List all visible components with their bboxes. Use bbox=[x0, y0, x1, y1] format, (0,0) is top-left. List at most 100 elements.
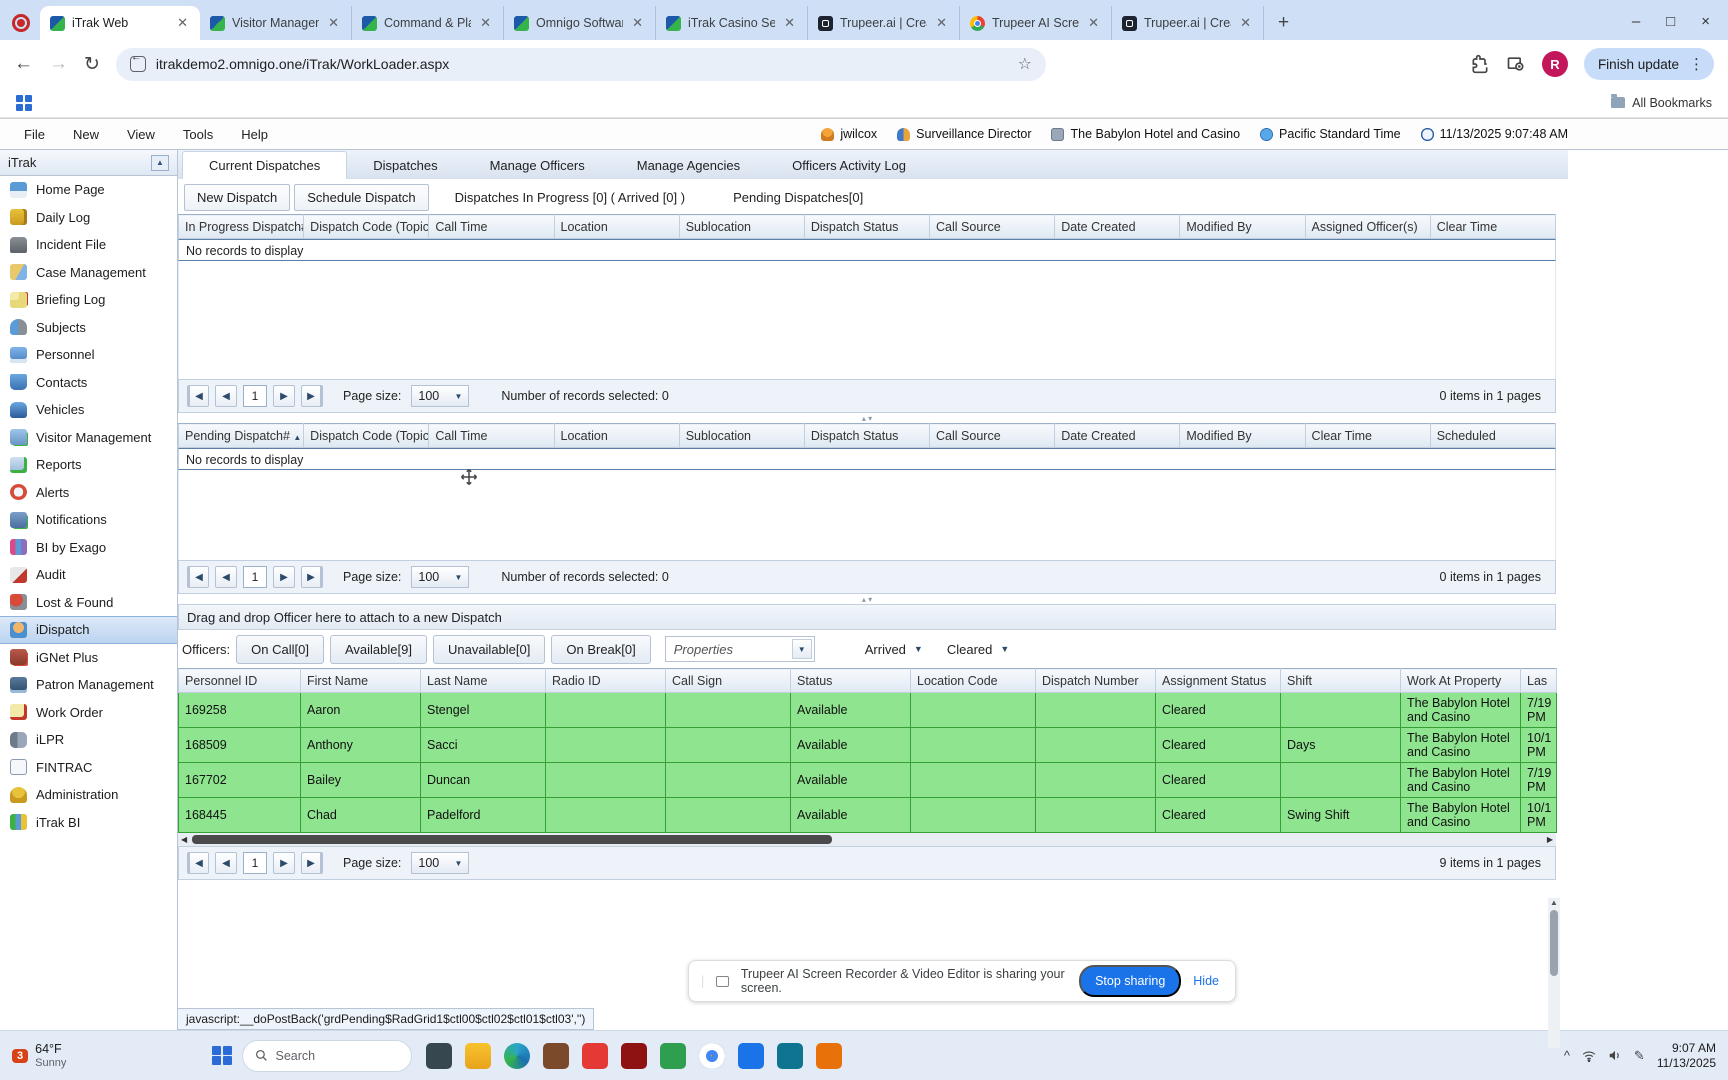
window-maximize-button[interactable]: □ bbox=[1666, 13, 1675, 30]
column-header[interactable]: Personnel ID bbox=[179, 669, 301, 693]
officer-filter-button[interactable]: On Call[0] bbox=[236, 635, 324, 664]
taskbar-app-icon[interactable] bbox=[699, 1043, 725, 1069]
first-page-button[interactable]: ◀ bbox=[187, 385, 209, 407]
dispatch-tab[interactable]: Manage Agencies bbox=[611, 152, 766, 179]
sidebar-item[interactable]: FINTRAC bbox=[0, 754, 177, 782]
page-size-select[interactable]: 100▼ bbox=[411, 852, 469, 874]
cleared-dropdown[interactable]: Cleared▼ bbox=[947, 642, 1009, 657]
tab-close-icon[interactable]: ✕ bbox=[478, 15, 493, 31]
window-minimize-button[interactable]: – bbox=[1632, 13, 1640, 30]
forward-button[interactable]: → bbox=[49, 53, 68, 75]
column-header[interactable]: Clear Time bbox=[1430, 215, 1555, 239]
start-button[interactable] bbox=[212, 1046, 232, 1066]
column-header[interactable]: Call Time bbox=[429, 215, 554, 239]
stop-sharing-button[interactable]: Stop sharing bbox=[1079, 965, 1181, 997]
sidebar-item[interactable]: Home Page bbox=[0, 176, 177, 204]
tab-close-icon[interactable]: ✕ bbox=[1086, 15, 1101, 31]
sidebar-item[interactable]: iTrak BI bbox=[0, 809, 177, 837]
officer-filter-button[interactable]: Unavailable[0] bbox=[433, 635, 545, 664]
all-bookmarks-button[interactable]: All Bookmarks bbox=[1611, 96, 1712, 110]
taskbar-app-icon[interactable] bbox=[777, 1043, 803, 1069]
sidebar-item[interactable]: iDispatch bbox=[0, 616, 177, 644]
taskbar-app-icon[interactable] bbox=[504, 1043, 530, 1069]
hide-sharing-banner-link[interactable]: Hide bbox=[1193, 974, 1223, 988]
sidebar-item[interactable]: Lost & Found bbox=[0, 589, 177, 617]
refresh-button[interactable]: ↻ bbox=[84, 53, 100, 76]
scrollbar-thumb[interactable] bbox=[1550, 910, 1558, 976]
tab-close-icon[interactable]: ✕ bbox=[934, 15, 949, 31]
tab-close-icon[interactable]: ✕ bbox=[630, 15, 645, 31]
browser-tab[interactable]: Trupeer.ai | Crea ✕ bbox=[1112, 6, 1264, 40]
sidebar-item[interactable]: Administration bbox=[0, 781, 177, 809]
taskbar-app-icon[interactable] bbox=[543, 1043, 569, 1069]
sidebar-item[interactable]: Case Management bbox=[0, 259, 177, 287]
horizontal-scrollbar[interactable]: ◀ ▶ bbox=[178, 833, 1556, 846]
browser-tab[interactable]: Command & Pla ✕ bbox=[352, 6, 504, 40]
browser-tab[interactable]: iTrak Casino Sec ✕ bbox=[656, 6, 808, 40]
sidebar-collapse-button[interactable]: ▲ bbox=[151, 155, 169, 171]
taskbar-app-icon[interactable] bbox=[465, 1043, 491, 1069]
scroll-right-icon[interactable]: ▶ bbox=[1544, 835, 1556, 844]
officer-row[interactable]: 168509 Anthony Sacci Available Cleared D… bbox=[179, 728, 1557, 763]
column-header[interactable]: Dispatch Code (Topic) bbox=[304, 215, 429, 239]
tab-close-icon[interactable]: ✕ bbox=[1238, 15, 1253, 31]
back-button[interactable]: ← bbox=[14, 53, 33, 75]
dispatch-tab[interactable]: Officers Activity Log bbox=[766, 152, 932, 179]
menu-item[interactable]: File bbox=[10, 127, 59, 142]
taskbar-clock[interactable]: 9:07 AM 11/13/2025 bbox=[1657, 1041, 1716, 1071]
sidebar-item[interactable]: Alerts bbox=[0, 479, 177, 507]
officer-row[interactable]: 169258 Aaron Stengel Available Cleared T… bbox=[179, 693, 1557, 728]
page-size-select[interactable]: 100▼ bbox=[411, 385, 469, 407]
column-header[interactable]: Clear Time bbox=[1305, 424, 1430, 448]
window-close-button[interactable]: × bbox=[1701, 13, 1710, 30]
apps-grid-icon[interactable] bbox=[16, 95, 32, 111]
profile-avatar[interactable]: R bbox=[1542, 51, 1568, 77]
tab-close-icon[interactable]: ✕ bbox=[782, 15, 797, 31]
dispatch-tab[interactable]: Dispatches bbox=[347, 152, 463, 179]
sidebar-item[interactable]: Reports bbox=[0, 451, 177, 479]
sidebar-item[interactable]: BI by Exago bbox=[0, 534, 177, 562]
column-header[interactable]: Location bbox=[554, 424, 679, 448]
tab-close-icon[interactable]: ✕ bbox=[175, 15, 190, 31]
taskbar-app-icon[interactable] bbox=[426, 1043, 452, 1069]
last-page-button[interactable]: ▶ bbox=[301, 385, 323, 407]
column-header[interactable]: Dispatch Code (Topic) bbox=[304, 424, 429, 448]
column-header[interactable]: Scheduled bbox=[1430, 424, 1555, 448]
site-info-icon[interactable] bbox=[130, 56, 146, 72]
taskbar-app-icon[interactable] bbox=[738, 1043, 764, 1069]
officer-row[interactable]: 167702 Bailey Duncan Available Cleared T… bbox=[179, 763, 1557, 798]
sidebar-item[interactable]: iLPR bbox=[0, 726, 177, 754]
menu-item[interactable]: New bbox=[59, 127, 113, 142]
browser-tab[interactable]: iTrak Web ✕ bbox=[40, 6, 200, 40]
volume-icon[interactable] bbox=[1608, 1049, 1622, 1062]
new-dispatch-button[interactable]: New Dispatch bbox=[184, 184, 290, 211]
page-size-select[interactable]: 100▼ bbox=[411, 566, 469, 588]
column-header[interactable]: In Progress Dispatch# bbox=[179, 215, 304, 239]
sidebar-item[interactable]: Personnel bbox=[0, 341, 177, 369]
sidebar-item[interactable]: Contacts bbox=[0, 369, 177, 397]
column-header[interactable]: Call Source bbox=[930, 215, 1055, 239]
column-header[interactable]: First Name bbox=[301, 669, 421, 693]
column-header[interactable]: Shift bbox=[1281, 669, 1401, 693]
weather-widget[interactable]: 3 64°F Sunny bbox=[12, 1042, 202, 1068]
taskbar-app-icon[interactable] bbox=[660, 1043, 686, 1069]
taskbar-app-icon[interactable] bbox=[621, 1043, 647, 1069]
sidebar-item[interactable]: Briefing Log bbox=[0, 286, 177, 314]
last-page-button[interactable]: ▶ bbox=[301, 852, 323, 874]
sidebar-item[interactable]: iGNet Plus bbox=[0, 644, 177, 672]
next-page-button[interactable]: ▶ bbox=[273, 566, 295, 588]
caret-down-icon[interactable]: ▼ bbox=[792, 639, 812, 659]
officer-filter-button[interactable]: Available[9] bbox=[330, 635, 427, 664]
last-page-button[interactable]: ▶ bbox=[301, 566, 323, 588]
current-page-field[interactable]: 1 bbox=[243, 566, 267, 588]
menu-item[interactable]: View bbox=[113, 127, 169, 142]
scroll-left-icon[interactable]: ◀ bbox=[178, 835, 190, 844]
sidebar-item[interactable]: Incident File bbox=[0, 231, 177, 259]
properties-dropdown[interactable]: Properties ▼ bbox=[665, 636, 815, 662]
column-header[interactable]: Modified By bbox=[1180, 215, 1305, 239]
column-header[interactable]: Date Created bbox=[1055, 215, 1180, 239]
schedule-dispatch-button[interactable]: Schedule Dispatch bbox=[294, 184, 428, 211]
sidebar-item[interactable]: Notifications bbox=[0, 506, 177, 534]
network-icon[interactable] bbox=[1582, 1050, 1596, 1062]
prev-page-button[interactable]: ◀ bbox=[215, 566, 237, 588]
